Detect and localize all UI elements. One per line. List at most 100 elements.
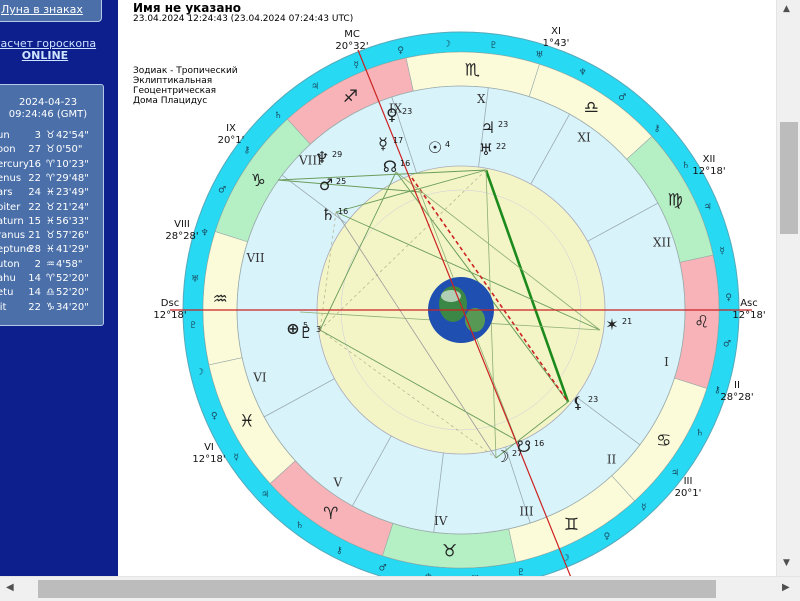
pluto-degree: 3 xyxy=(316,325,321,334)
online-horoscope-link[interactable]: Расчет гороскопа ONLINE xyxy=(0,38,102,62)
planet-degree: 16 xyxy=(28,158,41,170)
planet-degree: 15 xyxy=(28,215,41,227)
planet-row: ahu 14 ♈ 52'20" xyxy=(0,272,103,285)
planet-degree: 14 xyxy=(28,287,41,299)
panel-time: 09:24:46 (GMT) xyxy=(8,109,88,120)
mars-icon: ♂ xyxy=(319,175,333,194)
saturn-degree: 16 xyxy=(338,207,348,216)
planet-row: ars 24 ♓ 23'49" xyxy=(0,186,103,199)
house-xi-value: 1°43' xyxy=(543,38,570,49)
pisces-icon: ♓ xyxy=(46,244,55,256)
mercury-icon: ☿ xyxy=(378,134,388,153)
taurus-icon: ♉ xyxy=(46,201,55,213)
scroll-left-arrow-icon[interactable]: ◀ xyxy=(6,582,14,593)
coordinate-type: Эклиптикальная xyxy=(133,76,213,86)
planet-minutes: 29'48" xyxy=(56,172,89,184)
planet-name: ranus xyxy=(0,230,26,242)
decan-ruler-icon: ⚷ xyxy=(336,546,343,556)
decan-ruler-icon: ☽ xyxy=(443,39,451,49)
planet-minutes: 34'20" xyxy=(56,301,89,313)
neptune-degree: 29 xyxy=(332,150,342,159)
planet-minutes: 41'29" xyxy=(56,244,89,256)
pisces-icon: ♓ xyxy=(239,412,254,432)
moon-in-signs-link[interactable]: Луна в знаках xyxy=(0,0,102,22)
decan-ruler-icon: ⚷ xyxy=(654,124,661,134)
horizontal-scrollbar[interactable]: ◀ ▶ xyxy=(0,576,800,601)
chart-datetime: 23.04.2024 12:24:43 (23.04.2024 07:24:43… xyxy=(133,14,354,24)
house-number: X xyxy=(477,92,486,106)
decan-ruler-icon: ♃ xyxy=(261,490,269,500)
scroll-right-arrow-icon[interactable]: ▶ xyxy=(782,582,790,593)
house-number: III xyxy=(519,505,533,519)
planet-degree: 21 xyxy=(28,230,41,242)
house-xii-value: 12°18' xyxy=(692,166,725,177)
house-vi-value: 12°18' xyxy=(192,454,225,465)
planet-name: enus xyxy=(0,172,22,184)
planet-row: ercury 16 ♈ 10'23" xyxy=(0,158,103,171)
pisces-icon: ♓ xyxy=(46,187,55,199)
vertical-scroll-thumb[interactable] xyxy=(780,122,798,234)
globe-cloud xyxy=(441,290,461,302)
scroll-up-arrow-icon[interactable]: ▲ xyxy=(783,4,790,14)
venus-degree: 23 xyxy=(402,107,412,116)
taurus-icon: ♉ xyxy=(46,230,55,242)
planet-name: uton xyxy=(0,258,20,270)
house-viii-label: VIII xyxy=(174,219,190,230)
decan-ruler-icon: ♆ xyxy=(201,229,209,239)
decan-ruler-icon: ♇ xyxy=(189,321,197,331)
decan-ruler-icon: ♀ xyxy=(604,532,611,542)
scroll-down-arrow-icon[interactable]: ▼ xyxy=(783,558,790,568)
asc-value: 12°18' xyxy=(732,310,765,321)
decan-ruler-icon: ☿ xyxy=(354,60,360,70)
lilith-degree: 23 xyxy=(588,395,598,404)
scorpio-icon: ♏ xyxy=(465,60,480,80)
capricorn-icon: ♑ xyxy=(46,301,55,313)
decan-ruler-icon: ♄ xyxy=(696,429,704,439)
online-horoscope-link-line2: ONLINE xyxy=(21,49,69,62)
house-number: XII xyxy=(653,236,671,250)
house-number: VI xyxy=(252,370,267,384)
fortune-degree: 5 xyxy=(303,321,308,330)
zodiac-type: Зодиак - Тропический xyxy=(133,66,238,76)
planet-row: lit 22 ♑34'20" xyxy=(0,301,103,314)
planet-degree: 22 xyxy=(28,201,41,213)
planet-row: etu 14 ♎ 52'20" xyxy=(0,286,103,299)
planet-row: aturn 15 ♓ 56'33" xyxy=(0,215,103,228)
house-ii-label: II xyxy=(734,380,740,391)
planet-minutes: 56'33" xyxy=(56,215,89,227)
decan-ruler-icon: ♀ xyxy=(725,293,732,303)
planet-name: ahu xyxy=(0,273,16,284)
planet-minutes: 4'58" xyxy=(56,258,83,270)
house-xi-label: XI xyxy=(551,26,561,37)
planet-name: lit xyxy=(0,301,7,313)
mars-degree: 25 xyxy=(336,177,346,186)
page-title: Имя не указано xyxy=(133,1,242,15)
decan-ruler-icon: ♂ xyxy=(618,93,626,103)
decan-ruler-icon: ☿ xyxy=(641,503,647,513)
aquarius-icon: ♒ xyxy=(46,258,55,270)
planet-minutes: 52'20" xyxy=(56,287,89,299)
lilith-icon: ⚸ xyxy=(572,393,584,412)
vertical-scrollbar[interactable]: ▲ ▼ xyxy=(776,0,800,576)
sun-degree: 4 xyxy=(445,140,450,149)
cancer-icon: ♋ xyxy=(656,431,671,451)
vertex-icon: ✶ xyxy=(605,315,618,334)
planet-name: ars xyxy=(0,187,13,199)
decan-ruler-icon: ♂ xyxy=(379,563,387,573)
jupiter-degree: 23 xyxy=(498,120,508,129)
center-type: Геоцентрическая xyxy=(133,86,217,96)
decan-ruler-icon: ♂ xyxy=(723,340,731,350)
uranus-icon: ♅ xyxy=(479,140,493,159)
venus-icon: ♀ xyxy=(386,105,398,124)
planet-row: eptune 28 ♓ 41'29" xyxy=(0,243,103,256)
saturn-icon: ♄ xyxy=(321,205,335,224)
planet-minutes: 42'54" xyxy=(56,130,89,141)
decan-ruler-icon: ♅ xyxy=(535,51,543,61)
horizontal-scroll-thumb[interactable] xyxy=(38,580,716,598)
decan-ruler-icon: ♀ xyxy=(397,46,404,56)
house-number: IV xyxy=(434,514,448,528)
decan-ruler-icon: ♆ xyxy=(579,68,587,78)
vertex-degree: 21 xyxy=(622,317,632,326)
north-node-icon: ☊ xyxy=(383,157,397,176)
libra-icon: ♎ xyxy=(46,287,55,299)
